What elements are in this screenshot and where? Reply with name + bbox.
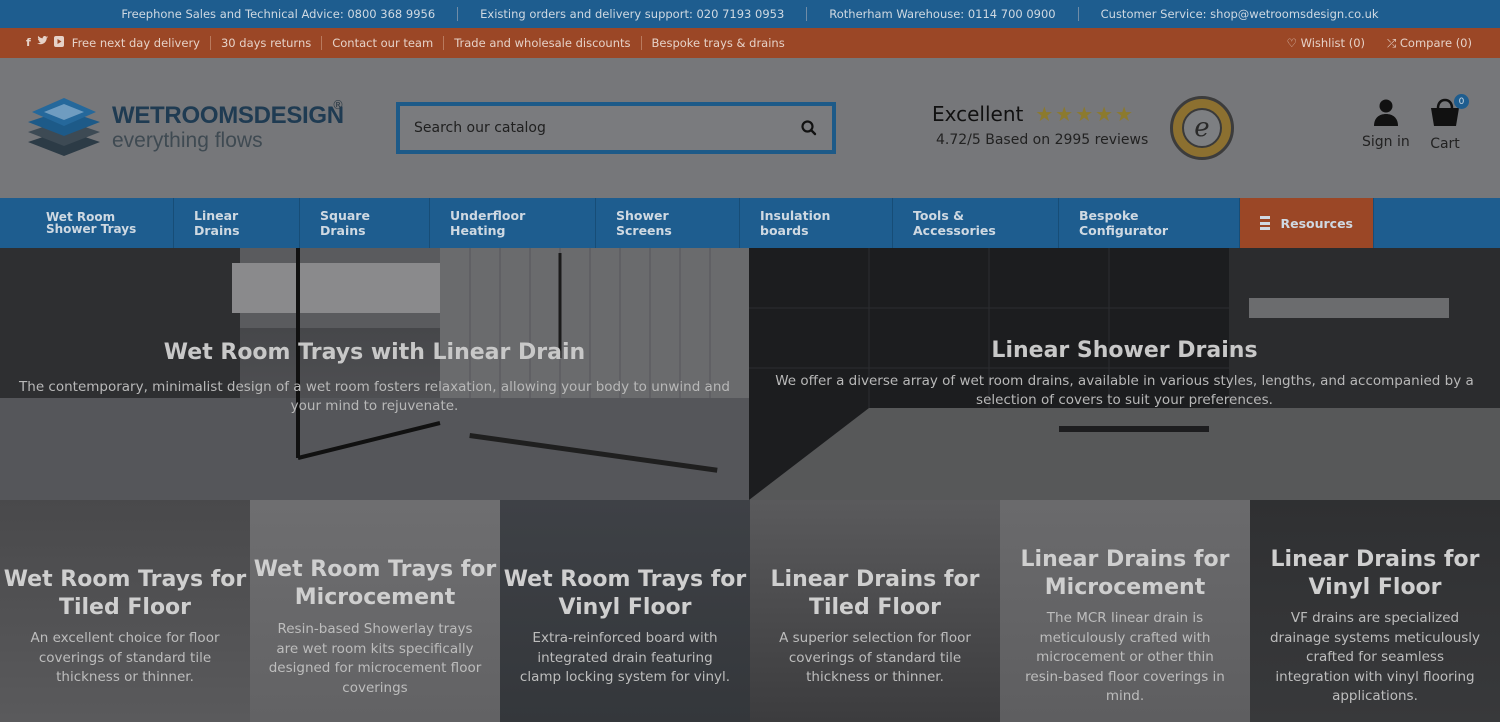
cart-label: Cart [1430, 136, 1460, 152]
site-header: WETROOMSDESIGN everything flows ® Excell… [0, 58, 1500, 198]
user-shortcuts: ♡ Wishlist (0) ⤮ Compare (0) [1287, 36, 1472, 51]
divider [321, 36, 323, 50]
promo-trade[interactable]: Trade and wholesale discounts [454, 36, 630, 50]
search-box [396, 102, 836, 154]
logo-wordmark: WETROOMSDESIGN everything flows [112, 101, 344, 152]
nav-insulation-boards[interactable]: Insulation boards [740, 198, 893, 248]
trusted-shops-icon: e [1182, 108, 1222, 148]
promo-bespoke[interactable]: Bespoke trays & drains [652, 36, 785, 50]
reviews-widget[interactable]: Excellent ★★★★★ 4.72/5 Based on 2995 rev… [932, 102, 1148, 148]
search-input[interactable] [414, 120, 800, 136]
nav-tools-accessories[interactable]: Tools & Accessories [893, 198, 1059, 248]
facebook-icon[interactable]: f [26, 36, 31, 50]
sign-in-label: Sign in [1362, 134, 1410, 150]
trusted-shops-badge[interactable]: e [1170, 96, 1234, 160]
card-trays-microcement[interactable]: Wet Room Trays for Microcement Resin-bas… [250, 500, 500, 722]
divider [1077, 7, 1079, 21]
divider [209, 36, 211, 50]
card-drains-vinyl[interactable]: Linear Drains for Vinyl Floor VF drains … [1250, 500, 1500, 722]
twitter-icon[interactable] [36, 36, 48, 50]
divider [443, 36, 445, 50]
logo-main-text: WETROOMSDESIGN [112, 101, 344, 129]
card-title: Wet Room Trays for Microcement [253, 557, 497, 610]
card-title: Linear Drains for Tiled Floor [770, 567, 980, 620]
hero-left-text: The contemporary, minimalist design of a… [19, 379, 730, 414]
card-title: Wet Room Trays for Tiled Floor [3, 567, 247, 620]
promo-contact[interactable]: Contact our team [332, 36, 433, 50]
card-text: VF drains are specialized drainage syste… [1269, 610, 1481, 704]
cart-count-badge: 0 [1454, 94, 1469, 109]
nav-resources-label: Resources [1280, 215, 1353, 231]
cart-button[interactable]: 0 Cart [1428, 94, 1469, 152]
warehouse-phone[interactable]: Rotherham Warehouse: 0114 700 0900 [829, 7, 1055, 21]
card-text: A superior selection for floor coverings… [779, 630, 971, 685]
hero-linear-drains[interactable]: Linear Shower Drains We offer a diverse … [749, 248, 1500, 500]
compare-label: Compare (0) [1399, 35, 1472, 50]
nav-resources[interactable]: Resources [1240, 198, 1374, 248]
sales-phone[interactable]: Freephone Sales and Technical Advice: 08… [121, 7, 435, 21]
nav-underfloor-heating[interactable]: Underfloor Heating [430, 198, 596, 248]
promo-links: Free next day delivery 30 days returns C… [72, 36, 785, 50]
divider [640, 36, 642, 50]
menu-icon [1260, 216, 1271, 230]
logo-tagline: everything flows [112, 128, 263, 152]
card-trays-vinyl[interactable]: Wet Room Trays for Vinyl Floor Extra-rei… [500, 500, 750, 722]
card-text: Resin-based Showerlay trays are wet room… [268, 621, 482, 696]
promo-returns[interactable]: 30 days returns [221, 36, 311, 50]
card-text: Extra-reinforced board with integrated d… [519, 630, 731, 685]
category-cards: Wet Room Trays for Tiled Floor An excell… [0, 500, 1500, 722]
rating-summary: 4.72/5 Based on 2995 reviews [936, 132, 1149, 148]
rating-stars: ★★★★★ [1035, 102, 1136, 126]
divider [457, 7, 459, 21]
card-title: Linear Drains for Microcement [1020, 547, 1230, 600]
card-text: An excellent choice for floor coverings … [30, 630, 220, 685]
hero-wet-room-trays[interactable]: Wet Room Trays with Linear Drain The con… [0, 248, 749, 500]
wishlist-label: Wishlist (0) [1300, 35, 1366, 50]
card-drains-tiled[interactable]: Linear Drains for Tiled Floor A superior… [750, 500, 1000, 722]
nav-wet-room-shower-trays[interactable]: Wet Room Shower Trays [0, 198, 174, 248]
nav-first-line2: Shower Trays [46, 222, 137, 236]
sign-in-button[interactable]: Sign in [1362, 98, 1410, 150]
hero-left-title: Wet Room Trays with Linear Drain [163, 340, 586, 365]
hero-left-image [0, 248, 749, 500]
site-logo[interactable]: WETROOMSDESIGN everything flows [26, 96, 344, 158]
card-title: Linear Drains for Vinyl Floor [1270, 547, 1480, 600]
main-navigation: Wet Room Shower Trays Linear Drains Squa… [0, 198, 1500, 248]
social-links: f [26, 36, 64, 50]
wishlist-link[interactable]: ♡ Wishlist (0) [1287, 36, 1365, 51]
nav-square-drains[interactable]: Square Drains [300, 198, 430, 248]
promo-free-delivery[interactable]: Free next day delivery [72, 36, 200, 50]
rating-word: Excellent [932, 102, 1024, 126]
shuffle-icon: ⤮ [1387, 35, 1397, 50]
hero-right-title: Linear Shower Drains [991, 338, 1258, 363]
search-icon[interactable] [800, 119, 818, 137]
card-text: The MCR linear drain is meticulously cra… [1025, 610, 1225, 704]
hero-right-text: We offer a diverse array of wet room dra… [775, 373, 1474, 408]
promo-bar: f Free next day delivery 30 days returns… [0, 28, 1500, 58]
registered-mark: ® [332, 98, 344, 112]
heart-icon: ♡ [1286, 35, 1297, 50]
user-icon [1373, 99, 1398, 126]
logo-icon [26, 96, 102, 158]
card-drains-microcement[interactable]: Linear Drains for Microcement The MCR li… [1000, 500, 1250, 722]
nav-linear-drains[interactable]: Linear Drains [174, 198, 300, 248]
compare-link[interactable]: ⤮ Compare (0) [1387, 36, 1472, 51]
divider [806, 7, 808, 21]
nav-shower-screens[interactable]: Shower Screens [596, 198, 740, 248]
nav-bespoke-configurator[interactable]: Bespoke Configurator [1059, 198, 1240, 248]
card-title: Wet Room Trays for Vinyl Floor [503, 567, 747, 620]
support-phone[interactable]: Existing orders and delivery support: 02… [480, 7, 784, 21]
youtube-icon[interactable] [53, 36, 64, 50]
card-trays-tiled[interactable]: Wet Room Trays for Tiled Floor An excell… [0, 500, 250, 722]
customer-service-email[interactable]: Customer Service: shop@wetroomsdesign.co… [1101, 7, 1379, 21]
contact-info-bar: Freephone Sales and Technical Advice: 08… [0, 0, 1500, 28]
